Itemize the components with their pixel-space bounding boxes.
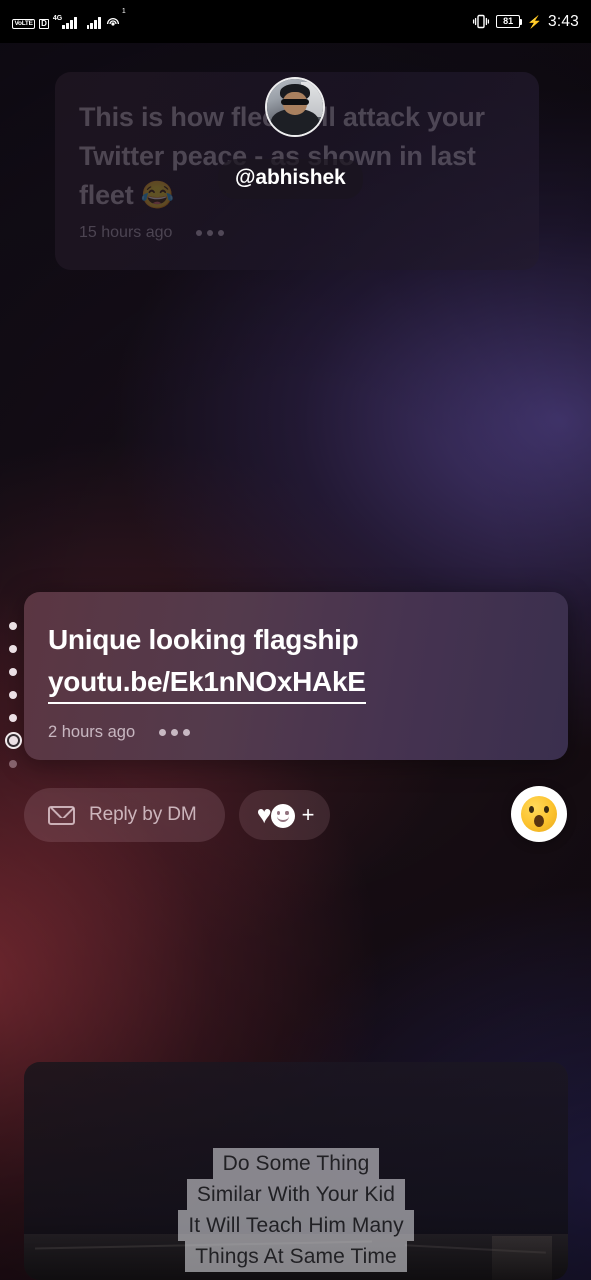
- hotspot-count-label: 1: [121, 7, 126, 15]
- sim-indicator-icon: D: [39, 18, 49, 29]
- next-fleet-card[interactable]: Do Some Thing Similar With Your Kid It W…: [24, 1062, 568, 1280]
- more-options-icon[interactable]: [159, 729, 191, 736]
- status-bar-left: VoLTE D 4G 1: [12, 8, 126, 29]
- battery-cap: [520, 18, 523, 25]
- vibrate-icon: [472, 14, 490, 29]
- network-type-label: 4G: [52, 14, 63, 22]
- battery-level-label: 81: [496, 15, 521, 28]
- active-fleet-card[interactable]: Unique looking flagship youtu.be/Ek1nNOx…: [24, 592, 568, 760]
- fleet-progress-indicator[interactable]: [4, 614, 22, 775]
- caption-line: It Will Teach Him Many: [178, 1210, 414, 1241]
- progress-dot[interactable]: [4, 637, 22, 660]
- reply-by-dm-button[interactable]: Reply by DM: [24, 788, 225, 842]
- quick-reaction-emoji-button[interactable]: [511, 786, 567, 842]
- more-options-icon[interactable]: [196, 230, 225, 236]
- plus-icon: +: [301, 802, 315, 827]
- reply-by-dm-label: Reply by DM: [89, 804, 197, 825]
- bolt-icon: ⚡: [527, 14, 543, 29]
- previous-fleet-timestamp: 15 hours ago: [79, 224, 173, 241]
- progress-dot[interactable]: [4, 752, 22, 775]
- next-fleet-caption: Do Some Thing Similar With Your Kid It W…: [24, 1148, 568, 1272]
- previous-fleet-meta: 15 hours ago: [79, 224, 225, 242]
- astonished-face-emoji: [521, 796, 557, 832]
- progress-dot[interactable]: [4, 614, 22, 637]
- avatar[interactable]: [265, 77, 325, 137]
- react-button[interactable]: ♥ +: [238, 790, 330, 840]
- status-bar-right: 81 ⚡ 3:43: [472, 13, 579, 31]
- volte-icon: VoLTE: [12, 18, 36, 29]
- active-fleet-link[interactable]: youtu.be/Ek1nNOxHAkE: [48, 662, 366, 704]
- action-bar: Reply by DM ♥ +: [24, 786, 567, 842]
- active-fleet-meta: 2 hours ago: [48, 723, 191, 742]
- progress-dot[interactable]: [4, 706, 22, 729]
- author-handle[interactable]: @abhishek: [218, 159, 363, 199]
- signal-bars-2-icon: [86, 16, 101, 29]
- battery-icon: 81: [496, 15, 523, 28]
- caption-line: Things At Same Time: [185, 1241, 407, 1272]
- signal-group-1: 4G: [52, 14, 77, 29]
- sunglasses-icon: [281, 98, 309, 105]
- hotspot-icon: 1: [105, 8, 126, 29]
- fleet-viewer-screen: VoLTE D 4G 1 81 ⚡ 3:43 This is how fleet…: [0, 0, 591, 1280]
- progress-dot[interactable]: [4, 660, 22, 683]
- caption-line: Do Some Thing: [212, 1148, 380, 1179]
- caption-line: Similar With Your Kid: [186, 1179, 406, 1210]
- signal-bars-icon: [62, 16, 77, 29]
- status-bar: VoLTE D 4G 1 81 ⚡ 3:43: [0, 0, 591, 43]
- avatar-image: [265, 77, 325, 137]
- progress-dot[interactable]: [4, 683, 22, 706]
- smiley-icon: [270, 804, 295, 828]
- envelope-icon: [48, 805, 75, 825]
- active-fleet-timestamp: 2 hours ago: [48, 723, 136, 741]
- clock-label: 3:43: [548, 12, 579, 30]
- active-fleet-title: Unique looking flagship: [48, 624, 359, 655]
- progress-dot-current[interactable]: [4, 729, 22, 752]
